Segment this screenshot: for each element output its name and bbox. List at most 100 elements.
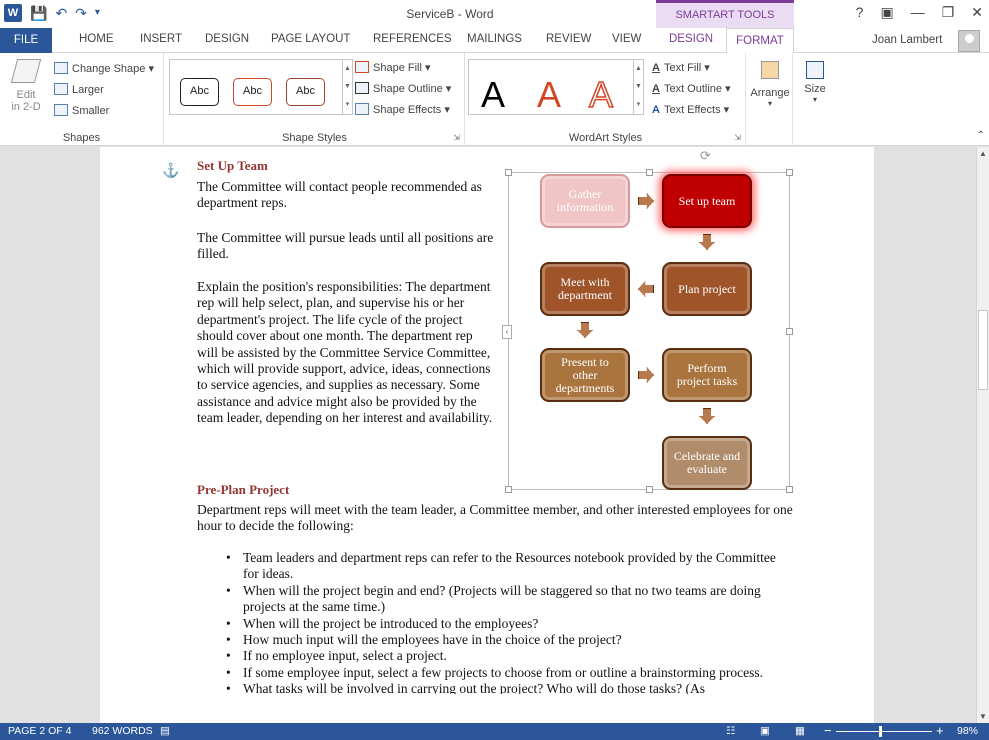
shape-styles-scroll[interactable]: ▲ ▼ ▾ xyxy=(342,60,352,114)
shape-styles-launcher-icon[interactable]: ⇲ xyxy=(453,133,460,142)
shape-effects-button[interactable]: Shape Effects ▾ xyxy=(355,103,450,116)
tab-design[interactable]: DESIGN xyxy=(205,33,249,45)
edit-in-2d-button[interactable]: Edit in 2-D xyxy=(8,59,44,113)
node-perform-project-tasks[interactable]: Perform project tasks xyxy=(662,348,752,402)
resize-handle[interactable] xyxy=(786,486,793,493)
larger-button[interactable]: Larger xyxy=(54,83,104,96)
shapes-group-label: Shapes xyxy=(62,132,101,144)
avatar[interactable] xyxy=(958,30,980,52)
smaller-button[interactable]: Smaller xyxy=(54,104,109,117)
list-item: When will the project begin and end? (Pr… xyxy=(226,583,791,616)
restore-icon[interactable]: ❐ xyxy=(942,4,955,21)
help-icon[interactable]: ? xyxy=(856,4,864,21)
node-present-to-other-departments[interactable]: Present to other departments xyxy=(540,348,630,402)
resize-handle[interactable] xyxy=(646,169,653,176)
list-item: Team leaders and department reps can ref… xyxy=(226,550,791,583)
shape-outline-button[interactable]: Shape Outline ▾ xyxy=(355,82,451,95)
proofing-icon[interactable]: ▤ xyxy=(160,725,170,737)
tab-view[interactable]: VIEW xyxy=(612,33,641,45)
shape-effects-label: Shape Effects xyxy=(373,104,442,116)
close-icon[interactable]: ✕ xyxy=(971,4,983,21)
shape-style-swatch-2[interactable]: Abc xyxy=(233,78,272,106)
scroll-up-icon[interactable]: ▲ xyxy=(977,149,989,158)
title-bar: W 💾 ↶ ↷ ▾ ServiceB - Word SMARTART TOOLS… xyxy=(0,0,989,28)
wordart-style-3[interactable]: A xyxy=(588,73,614,116)
list-item: If some employee input, select a few pro… xyxy=(226,665,791,682)
minimize-icon[interactable]: — xyxy=(911,4,925,21)
tab-home[interactable]: HOME xyxy=(79,33,114,45)
text-effects-button[interactable]: A Text Effects ▾ xyxy=(652,103,729,116)
node-gather-information[interactable]: Gather information xyxy=(540,174,630,228)
node-set-up-team[interactable]: Set up team xyxy=(662,174,752,228)
wordart-scroll[interactable]: ▲ ▼ ▾ xyxy=(633,60,643,114)
smaller-icon xyxy=(54,104,68,116)
ribbon-display-options-icon[interactable]: ▣ xyxy=(880,4,893,21)
shape-outline-icon xyxy=(355,82,369,94)
text-outline-icon: A xyxy=(652,83,660,95)
bullet-list: Team leaders and department reps can ref… xyxy=(226,550,791,694)
scroll-thumb[interactable] xyxy=(978,310,988,390)
change-shape-button[interactable]: Change Shape ▾ xyxy=(54,62,154,75)
arrange-group: Arrange ▾ xyxy=(747,53,793,146)
text-pane-toggle-icon[interactable]: ‹ xyxy=(502,325,512,339)
size-label: Size xyxy=(804,83,826,95)
shape-fill-button[interactable]: Shape Fill ▾ xyxy=(355,61,431,74)
wordart-style-1[interactable]: A xyxy=(481,74,505,116)
shape-styles-group-label: Shape Styles xyxy=(282,132,347,144)
tab-smartart-format[interactable]: FORMAT xyxy=(726,28,794,54)
shape-styles-gallery: Abc Abc Abc ▲ ▼ ▾ xyxy=(169,59,353,115)
tab-smartart-design[interactable]: DESIGN xyxy=(669,33,713,45)
shape-style-swatch-3[interactable]: Abc xyxy=(286,78,325,106)
resize-handle[interactable] xyxy=(505,486,512,493)
shapes-group: Edit in 2-D Change Shape ▾ Larger Smalle… xyxy=(0,53,164,146)
smaller-label: Smaller xyxy=(72,105,110,117)
larger-label: Larger xyxy=(72,84,104,96)
node-meet-with-department[interactable]: Meet with department xyxy=(540,262,630,316)
node-plan-project[interactable]: Plan project xyxy=(662,262,752,316)
shape-effects-icon xyxy=(355,103,369,115)
anchor-icon[interactable]: ⚓ xyxy=(162,162,179,179)
vertical-scrollbar[interactable]: ▲ ▼ xyxy=(976,147,989,723)
size-button[interactable]: Size ▾ xyxy=(796,61,834,104)
page-count[interactable]: PAGE 2 OF 4 xyxy=(8,725,71,737)
zoom-in-icon[interactable]: + xyxy=(936,723,944,738)
web-layout-icon[interactable]: ▦ xyxy=(795,725,805,737)
resize-handle[interactable] xyxy=(505,169,512,176)
arrange-label: Arrange xyxy=(750,87,790,99)
print-layout-icon[interactable]: ▣ xyxy=(760,725,770,737)
list-item: If no employee input, select a project. xyxy=(226,648,791,665)
zoom-out-icon[interactable]: − xyxy=(824,723,832,738)
user-name[interactable]: Joan Lambert xyxy=(872,34,942,46)
wordart-style-2[interactable]: A xyxy=(537,74,561,116)
zoom-level[interactable]: 98% xyxy=(957,725,978,737)
tab-mailings[interactable]: MAILINGS xyxy=(467,33,522,45)
tab-review[interactable]: REVIEW xyxy=(546,33,591,45)
tab-insert[interactable]: INSERT xyxy=(140,33,182,45)
word-count[interactable]: 962 WORDS xyxy=(92,725,153,737)
list-item: What tasks will be involved in carrying … xyxy=(226,681,791,694)
tab-references[interactable]: REFERENCES xyxy=(373,33,452,45)
wordart-launcher-icon[interactable]: ⇲ xyxy=(734,133,741,142)
heading-set-up-team: Set Up Team xyxy=(197,158,268,173)
arrange-button[interactable]: Arrange ▾ xyxy=(749,61,791,108)
zoom-slider-thumb[interactable] xyxy=(879,726,883,737)
text-outline-button[interactable]: A Text Outline ▾ xyxy=(652,82,731,95)
resize-handle[interactable] xyxy=(786,169,793,176)
list-item: How much input will the employees have i… xyxy=(226,632,791,649)
paragraph-4: Department reps will meet with the team … xyxy=(197,502,793,534)
scroll-down-icon[interactable]: ▼ xyxy=(977,712,989,721)
collapse-ribbon-icon[interactable]: ⌃ xyxy=(977,130,985,141)
rotate-handle-icon[interactable]: ⟳ xyxy=(700,148,711,164)
shape-style-swatch-1[interactable]: Abc xyxy=(180,78,219,106)
resize-handle[interactable] xyxy=(786,328,793,335)
text-fill-button[interactable]: A Text Fill ▾ xyxy=(652,61,710,74)
zoom-slider[interactable] xyxy=(836,731,932,732)
read-mode-icon[interactable]: ☷ xyxy=(726,725,735,737)
text-effects-icon: A xyxy=(652,104,660,116)
wordart-group-label: WordArt Styles xyxy=(568,132,643,144)
tab-page-layout[interactable]: PAGE LAYOUT xyxy=(271,33,350,45)
tab-file[interactable]: FILE xyxy=(0,28,52,53)
node-celebrate-and-evaluate[interactable]: Celebrate and evaluate xyxy=(662,436,752,490)
resize-handle[interactable] xyxy=(646,486,653,493)
shape-fill-icon xyxy=(355,61,369,73)
